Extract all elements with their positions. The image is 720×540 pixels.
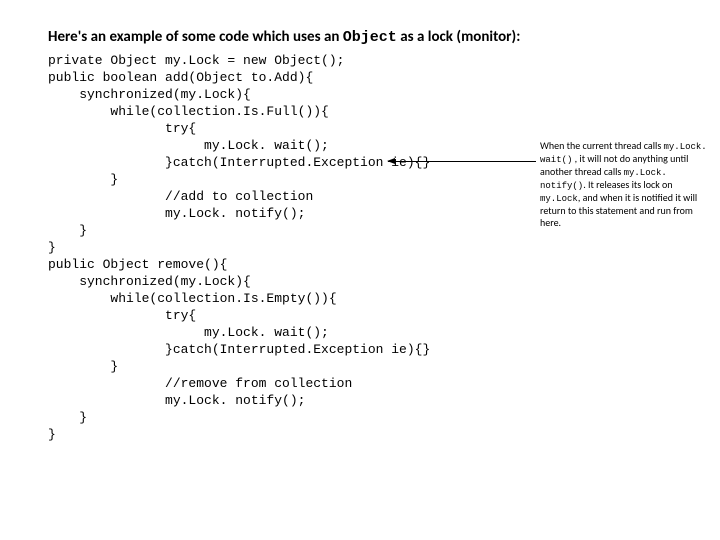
- heading: Here's an example of some code which use…: [48, 28, 520, 46]
- annotation-text: When the current thread calls my.Lock. w…: [540, 140, 708, 229]
- annotation-arrow: [388, 161, 536, 162]
- anno-t1: When the current thread calls: [540, 139, 664, 152]
- code-block: private Object my.Lock = new Object(); p…: [48, 52, 430, 443]
- anno-t3: . It releases its lock on: [583, 178, 672, 191]
- anno-m3: my.Lock: [540, 194, 578, 204]
- heading-mono: Object: [343, 29, 397, 46]
- heading-suffix: as a lock (monitor):: [397, 28, 521, 46]
- heading-prefix: Here's an example of some code which use…: [48, 28, 343, 46]
